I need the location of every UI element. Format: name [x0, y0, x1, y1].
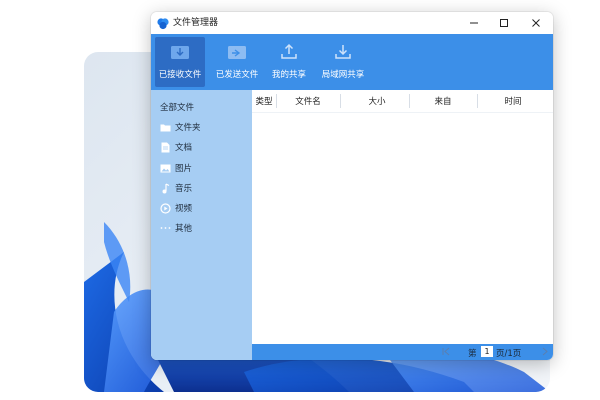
column-size[interactable]: 大小	[362, 95, 392, 107]
table-header: 类型 文件名 大小 来自 时间	[252, 90, 553, 113]
file-list-area[interactable]: 类型 文件名 大小 来自 时间	[252, 90, 553, 360]
sidebar-item-label: 音乐	[175, 184, 193, 194]
pagination: 第 1 页/1页	[252, 344, 553, 360]
sidebar-item-label: 视频	[175, 204, 193, 214]
music-icon	[159, 182, 171, 194]
column-separator	[477, 94, 478, 108]
toolbar-sent-files[interactable]: 已发送文件	[209, 37, 265, 87]
sidebar-header-all-files[interactable]: 全部文件	[160, 101, 194, 113]
file-manager-window: 文件管理器 已接收文件 已发送文件 我的共享 局域网共享 全部文件 文件夹 文档…	[151, 12, 553, 360]
sidebar-item-other[interactable]: 其他	[159, 220, 247, 236]
toolbar-received-files[interactable]: 已接收文件	[155, 37, 205, 87]
pager-prefix: 第	[468, 349, 477, 359]
maximize-icon	[500, 19, 508, 27]
sidebar-item-label: 文件夹	[175, 123, 201, 133]
document-icon	[159, 141, 171, 153]
sidebar-item-label: 文档	[175, 143, 193, 153]
minimize-button[interactable]	[459, 12, 489, 34]
column-separator	[340, 94, 341, 108]
first-page-icon[interactable]	[442, 347, 450, 356]
maximize-button[interactable]	[489, 12, 519, 34]
app-logo-icon	[157, 18, 169, 30]
page-number-input[interactable]: 1	[481, 346, 493, 357]
toolbar-sent-label: 已发送文件	[215, 70, 259, 80]
close-icon	[532, 19, 540, 27]
column-from[interactable]: 来自	[428, 95, 458, 107]
status-bar: 第 1 页/1页	[252, 344, 553, 360]
video-icon	[159, 202, 171, 214]
sidebar-item-video[interactable]: 视频	[159, 200, 247, 216]
sidebar-item-documents[interactable]: 文档	[159, 139, 247, 155]
outbox-icon	[225, 41, 249, 63]
minimize-icon	[470, 22, 478, 24]
toolbar-received-label: 已接收文件	[158, 70, 202, 80]
folder-icon	[159, 121, 171, 133]
sidebar-item-label: 图片	[175, 164, 193, 174]
sidebar-item-folder[interactable]: 文件夹	[159, 119, 247, 135]
toolbar-my-share[interactable]: 我的共享	[267, 37, 311, 87]
sidebar-item-images[interactable]: 图片	[159, 160, 247, 176]
upload-icon	[277, 41, 301, 63]
more-icon	[159, 222, 171, 234]
close-button[interactable]	[521, 12, 551, 34]
column-filename[interactable]: 文件名	[288, 95, 328, 107]
sidebar: 全部文件 文件夹 文档 图片 音乐 视频 其他	[151, 90, 252, 360]
column-separator	[276, 94, 277, 108]
sidebar-item-label: 其他	[175, 224, 193, 234]
column-separator	[409, 94, 410, 108]
window-title: 文件管理器	[173, 18, 219, 28]
pager-suffix: 页/1页	[496, 349, 522, 359]
toolbar-lan-share[interactable]: 局域网共享	[315, 37, 371, 87]
column-type[interactable]: 类型	[254, 95, 274, 107]
next-page-icon[interactable]	[542, 347, 548, 356]
toolbar-lan-share-label: 局域网共享	[321, 70, 365, 80]
toolbar-my-share-label: 我的共享	[271, 70, 306, 80]
toolbar: 已接收文件 已发送文件 我的共享 局域网共享	[151, 34, 553, 90]
download-icon	[331, 41, 355, 63]
column-time[interactable]: 时间	[498, 95, 528, 107]
image-icon	[159, 162, 171, 174]
inbox-icon	[168, 41, 192, 63]
sidebar-item-music[interactable]: 音乐	[159, 180, 247, 196]
title-bar[interactable]: 文件管理器	[151, 12, 553, 34]
